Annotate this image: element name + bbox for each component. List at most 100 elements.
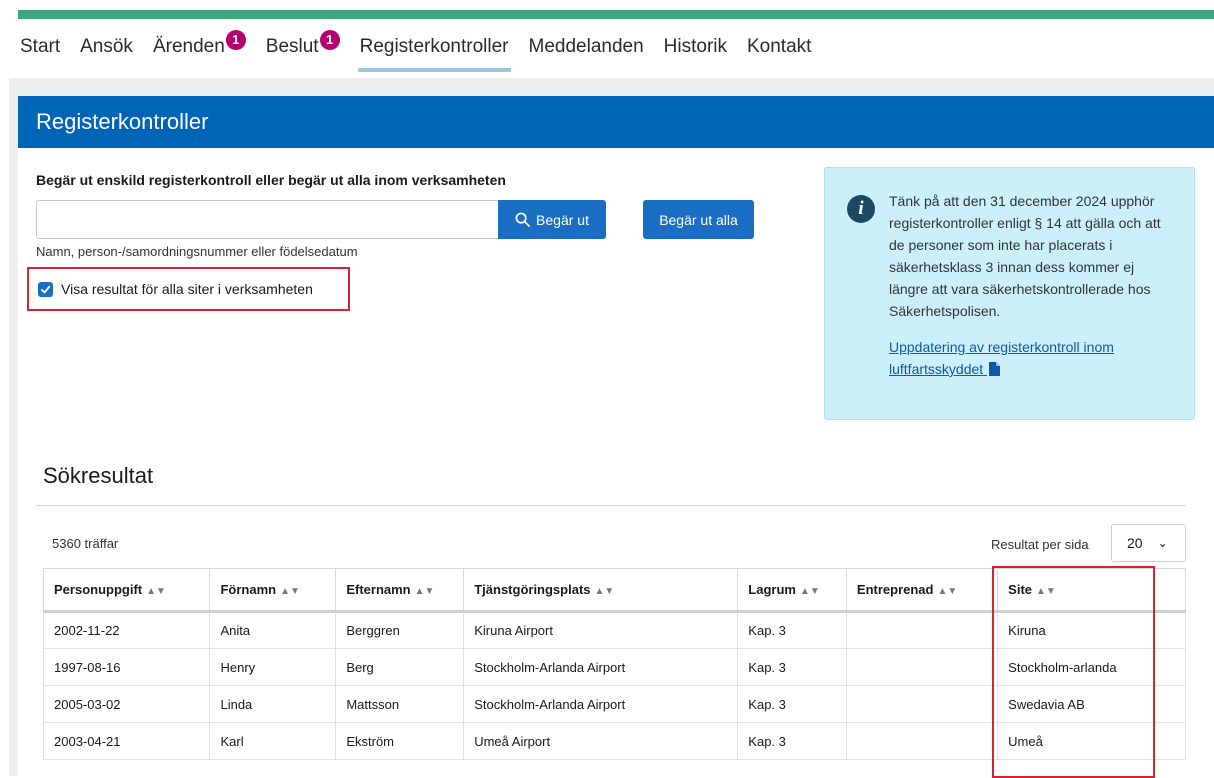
cell-tjanstgoringsplats: Kiruna Airport: [463, 611, 739, 649]
column-header-label: Lagrum: [748, 582, 796, 597]
table-row[interactable]: 2003-04-21 Karl Ekström Umeå Airport Kap…: [42, 722, 1186, 760]
cell-site: Kiruna: [997, 611, 1186, 649]
cell-efternamn: Mattsson: [335, 685, 465, 723]
info-box: i Tänk på att den 31 december 2024 upphö…: [824, 167, 1195, 420]
sort-icon: ▲▼: [280, 586, 300, 597]
info-link[interactable]: Uppdatering av registerkontroll inom luf…: [889, 336, 1172, 380]
nav-item-label: Historik: [663, 36, 727, 57]
table-row[interactable]: 2002-11-22 Anita Berggren Kiruna Airport…: [42, 611, 1186, 649]
column-header-label: Entreprenad: [856, 582, 934, 597]
nav-item-start[interactable]: Start: [18, 24, 62, 72]
column-header-site[interactable]: Site ▲▼: [997, 568, 1186, 613]
cell-personuppgift: 2003-04-21: [42, 722, 211, 760]
nav-item-meddelanden[interactable]: Meddelanden: [527, 24, 646, 72]
chevron-down-icon: ⌄: [1157, 536, 1168, 550]
results-title: Sökresultat: [43, 463, 154, 488]
search-button[interactable]: Begär ut: [498, 200, 606, 239]
all-sites-checkbox-row[interactable]: Visa resultat för alla siter i verksamhe…: [27, 267, 350, 311]
table-row[interactable]: 1997-08-16 Henry Berg Stockholm-Arlanda …: [42, 648, 1186, 686]
per-page-value: 20: [1127, 535, 1143, 551]
cell-personuppgift: 2002-11-22: [42, 611, 211, 649]
cell-fornamn: Karl: [209, 722, 337, 760]
nav-item-label: Start: [20, 36, 61, 57]
all-sites-checkbox-label: Visa resultat för alla siter i verksamhe…: [61, 281, 313, 297]
checkmark-icon: [40, 285, 51, 293]
sort-icon: ▲▼: [799, 586, 820, 597]
column-header-efternamn[interactable]: Efternamn ▲▼: [335, 568, 465, 613]
cell-entreprenad: [845, 685, 999, 723]
cell-efternamn: Ekström: [335, 722, 465, 760]
top-accent-bar: [18, 10, 1214, 19]
search-hint: Namn, person-/samordningsnummer eller fö…: [36, 244, 358, 259]
sort-icon: ▲▼: [146, 586, 166, 597]
sort-icon: ▲▼: [594, 586, 615, 597]
cell-site: Stockholm-arlanda: [997, 648, 1186, 686]
info-link-text: Uppdatering av registerkontroll inom luf…: [889, 339, 1114, 377]
info-text: Tänk på att den 31 december 2024 upphör …: [889, 193, 1161, 319]
cell-tjanstgoringsplats: Stockholm-Arlanda Airport: [463, 685, 739, 723]
main-nav: Start Ansök Ärenden 1 Beslut 1 Registerkon…: [18, 20, 829, 76]
all-sites-checkbox[interactable]: [38, 281, 53, 297]
info-icon: i: [847, 195, 875, 223]
nav-item-label: Beslut: [265, 36, 319, 57]
column-header-tjanstgoringsplats[interactable]: Tjänstgöringsplats ▲▼: [463, 568, 739, 613]
table-row[interactable]: 2005-03-02 Linda Mattsson Stockholm-Arla…: [42, 685, 1186, 723]
nav-item-registerkontroller[interactable]: Registerkontroller: [357, 24, 511, 72]
column-header-fornamn[interactable]: Förnamn ▲▼: [209, 568, 337, 613]
column-header-lagrum[interactable]: Lagrum ▲▼: [737, 568, 847, 613]
column-header-label: Tjänstgöringsplats: [474, 582, 591, 597]
cell-site: Swedavia AB: [997, 685, 1186, 723]
cell-fornamn: Linda: [209, 685, 337, 723]
nav-item-kontakt[interactable]: Kontakt: [745, 24, 813, 72]
nav-item-beslut[interactable]: Beslut 1: [264, 24, 342, 72]
cell-lagrum: Kap. 3: [737, 722, 847, 760]
column-header-label: Personuppgift: [54, 582, 143, 597]
results-table: Personuppgift ▲▼ Förnamn ▲▼ Efternamn ▲▼ Tj…: [42, 568, 1186, 760]
search-icon: [515, 212, 530, 227]
cell-lagrum: Kap. 3: [737, 685, 847, 723]
column-header-label: Site: [1008, 582, 1032, 597]
cell-personuppgift: 1997-08-16: [42, 648, 211, 686]
nav-item-label: Ansök: [80, 36, 133, 57]
cell-tjanstgoringsplats: Stockholm-Arlanda Airport: [463, 648, 739, 686]
column-header-personuppgift[interactable]: Personuppgift ▲▼: [42, 568, 211, 613]
per-page-select[interactable]: 20 ⌄: [1111, 524, 1186, 562]
register-panel: Registerkontroller Begär ut enskild regi…: [18, 96, 1214, 778]
cell-entreprenad: [845, 648, 999, 686]
notification-badge: 1: [319, 30, 340, 50]
request-all-button[interactable]: Begär ut alla: [643, 200, 754, 239]
nav-item-label: Ärenden: [152, 36, 225, 57]
cell-efternamn: Berggren: [335, 611, 465, 649]
cell-personuppgift: 2005-03-02: [42, 685, 211, 723]
sort-icon: ▲▼: [937, 586, 958, 597]
cell-site: Umeå: [997, 722, 1186, 760]
cell-entreprenad: [845, 722, 999, 760]
cell-lagrum: Kap. 3: [737, 648, 847, 686]
cell-fornamn: Anita: [209, 611, 337, 649]
cell-fornamn: Henry: [209, 648, 337, 686]
search-input[interactable]: [36, 200, 518, 239]
cell-lagrum: Kap. 3: [737, 611, 847, 649]
notification-badge: 1: [225, 30, 246, 50]
cell-efternamn: Berg: [335, 648, 465, 686]
table-header-row: Personuppgift ▲▼ Förnamn ▲▼ Efternamn ▲▼ Tj…: [42, 568, 1186, 613]
search-button-label: Begär ut: [536, 211, 589, 228]
request-all-button-label: Begär ut alla: [659, 211, 738, 228]
column-header-label: Efternamn: [346, 582, 411, 597]
search-label: Begär ut enskild registerkontroll eller …: [36, 172, 506, 188]
sort-icon: ▲▼: [414, 586, 435, 597]
sort-icon: ▲▼: [1036, 586, 1056, 597]
results-divider: [36, 505, 1186, 506]
nav-item-arenden[interactable]: Ärenden 1: [151, 24, 248, 72]
document-icon: [989, 362, 1001, 376]
panel-title: Registerkontroller: [18, 96, 1214, 148]
nav-item-ansok[interactable]: Ansök: [78, 24, 135, 72]
nav-item-label: Kontakt: [747, 36, 812, 57]
nav-item-label: Meddelanden: [528, 36, 644, 57]
hit-count: 5360 träffar: [52, 536, 119, 551]
nav-item-label: Registerkontroller: [359, 36, 509, 57]
column-header-entreprenad[interactable]: Entreprenad ▲▼: [845, 568, 999, 613]
per-page-label: Resultat per sida: [991, 537, 1089, 552]
column-header-label: Förnamn: [220, 582, 277, 597]
nav-item-historik[interactable]: Historik: [662, 24, 729, 72]
